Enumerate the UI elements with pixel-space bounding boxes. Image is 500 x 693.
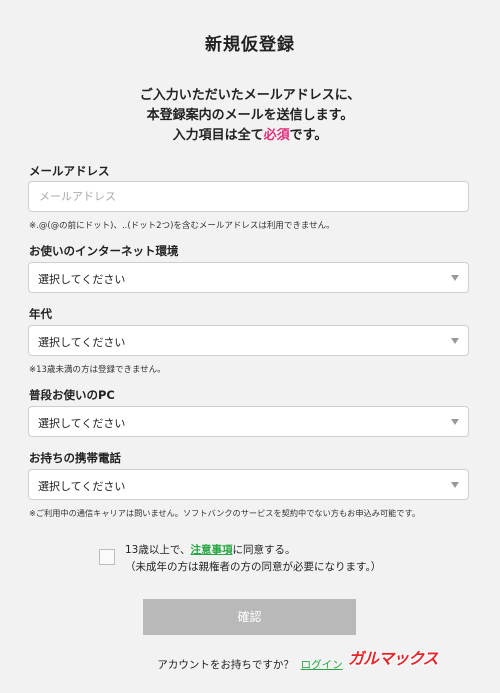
agreement-text: 13歳以上で、注意事項に同意する。 （未成年の方は親権者の方の同意が必要になりま…	[125, 542, 381, 576]
intro-line-2: 本登録案内のメールを送信します。	[146, 108, 354, 123]
internet-env-value: 選択してください	[38, 273, 126, 286]
caret-down-icon	[451, 482, 459, 488]
required-emphasis: 必須	[263, 128, 290, 143]
intro-line-3-pre: 入力項目は全て	[172, 128, 264, 143]
caret-down-icon	[451, 275, 459, 281]
pc-select[interactable]: 選択してください	[28, 406, 469, 437]
login-link[interactable]: ログイン	[301, 659, 343, 671]
intro-line-3-post: です。	[289, 128, 328, 143]
age-label: 年代	[29, 307, 52, 321]
intro-line-3: 入力項目は全て必須です。	[0, 126, 500, 146]
email-field-box	[28, 181, 469, 212]
watermark-logo: ガルマックス	[348, 649, 439, 668]
mobile-label: お持ちの携帯電話	[29, 451, 121, 465]
age-select[interactable]: 選択してください	[28, 325, 469, 356]
account-question: アカウントをお持ちですか？	[157, 659, 294, 671]
agreement-sub: （未成年の方は親権者の方の同意が必要になります。）	[125, 561, 382, 573]
mobile-value: 選択してください	[38, 480, 126, 493]
agreement-pre: 13歳以上で、	[125, 544, 191, 556]
email-label: メールアドレス	[29, 164, 110, 178]
internet-env-select[interactable]: 選択してください	[28, 262, 469, 293]
terms-link[interactable]: 注意事項	[190, 544, 232, 556]
mobile-note: ※ご利用中の通信キャリアは問いません。ソフトバンクのサービスを契約中でない方もお…	[29, 508, 421, 518]
intro-text: ご入力いただいたメールアドレスに、 本登録案内のメールを送信します。 入力項目は…	[0, 86, 500, 146]
agreement-line-1: 13歳以上で、注意事項に同意する。	[125, 542, 381, 559]
mobile-select[interactable]: 選択してください	[28, 469, 469, 500]
caret-down-icon	[451, 419, 459, 425]
agreement-post: に同意する。	[232, 544, 296, 556]
caret-down-icon	[451, 338, 459, 344]
email-field[interactable]	[29, 182, 468, 211]
pc-label: 普段お使いのPC	[29, 388, 115, 402]
agree-checkbox[interactable]	[99, 549, 115, 565]
internet-env-label: お使いのインターネット環境	[29, 244, 179, 258]
confirm-button[interactable]: 確認	[143, 599, 356, 635]
email-note: ※.@(@の前にドット)、..(ドット2つ)を含むメールアドレスは利用できません…	[29, 221, 335, 231]
intro-line-1: ご入力いただいたメールアドレスに、	[139, 88, 361, 103]
age-note: ※13歳未満の方は登録できません。	[29, 365, 166, 375]
pc-value: 選択してください	[38, 417, 126, 430]
page-title: 新規仮登録	[205, 35, 295, 55]
age-value: 選択してください	[38, 336, 126, 349]
